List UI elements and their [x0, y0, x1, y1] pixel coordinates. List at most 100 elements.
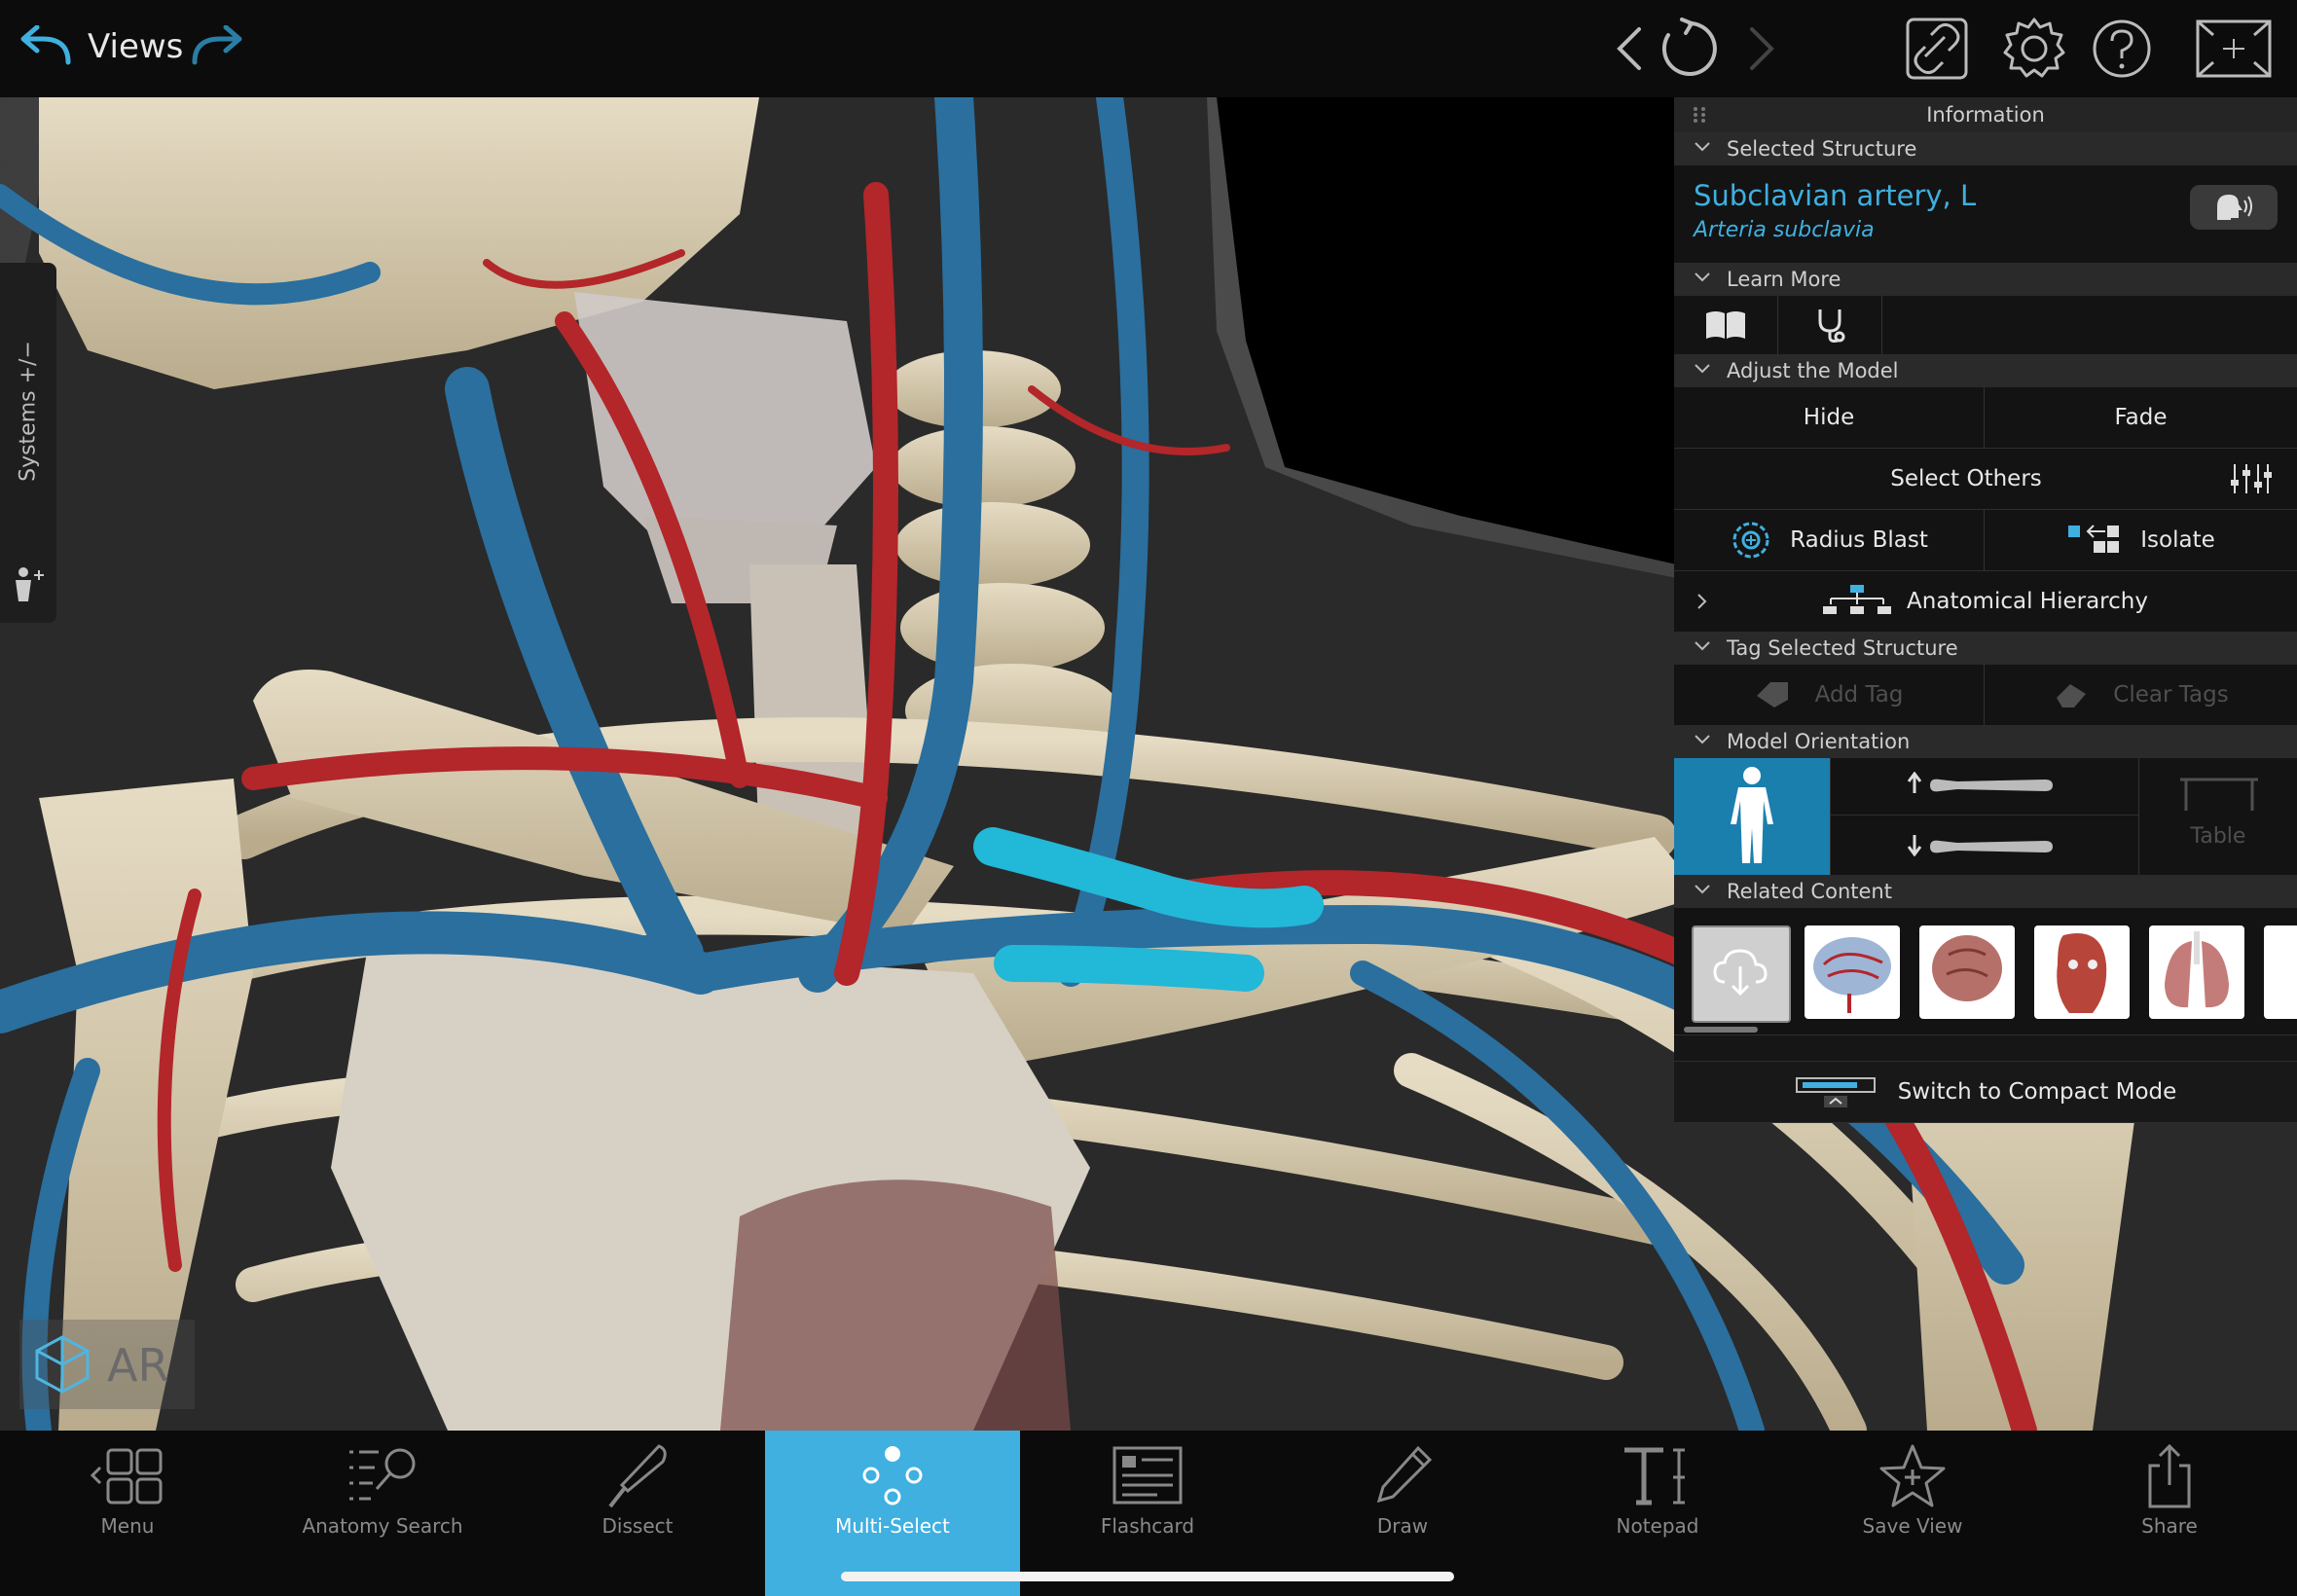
dissect-button[interactable]: Dissect: [510, 1431, 765, 1596]
brain-vessels-image: [1813, 937, 1891, 1013]
supine-orientation-button[interactable]: [1831, 758, 2138, 816]
notepad-button[interactable]: Notepad: [1530, 1431, 1785, 1596]
clear-tags-button[interactable]: Clear Tags: [1985, 665, 2297, 725]
related-scroll-indicator[interactable]: [1684, 1027, 1758, 1033]
section-related-content[interactable]: Related Content: [1674, 875, 2297, 908]
top-toolbar: Views: [0, 0, 2297, 97]
ar-button[interactable]: AR: [19, 1320, 195, 1409]
multi-select-label: Multi-Select: [835, 1514, 950, 1538]
share-label: Share: [2141, 1514, 2198, 1538]
isolate-icon: [2068, 525, 2120, 553]
section-title: Adjust the Model: [1727, 359, 1899, 382]
menu-label: Menu: [100, 1514, 155, 1538]
speaking-head-icon: [2217, 195, 2252, 220]
menu-button[interactable]: Menu: [0, 1431, 255, 1596]
definition-button[interactable]: [1674, 296, 1777, 354]
multi-select-dots-icon: [862, 1446, 923, 1505]
bottom-toolbar: Menu Anatomy Search Dissect Multi-Select…: [0, 1431, 2297, 1596]
reset-view-icon[interactable]: [1655, 14, 1725, 84]
standing-person-icon: [1731, 767, 1773, 863]
related-brain-thumb[interactable]: [1919, 925, 2015, 1019]
link-icon[interactable]: [1902, 14, 1972, 84]
undo-icon[interactable]: [18, 25, 76, 74]
panel-title: Information: [1926, 103, 2045, 127]
arrow-up-icon: [1907, 772, 1922, 793]
systems-tab-label: Systems +/−: [16, 341, 41, 482]
related-download-thumb[interactable]: [1692, 925, 1791, 1023]
structure-name: Subclavian artery, L: [1694, 179, 1977, 212]
orientation-row: Table: [1674, 758, 2297, 876]
tag-row: Add Tag Clear Tags: [1674, 665, 2297, 726]
anatomical-hierarchy-button[interactable]: Anatomical Hierarchy: [1674, 571, 2297, 632]
dissect-label: Dissect: [602, 1514, 674, 1538]
related-head-muscles-thumb[interactable]: [2034, 925, 2130, 1019]
fullscreen-icon[interactable]: [2194, 14, 2274, 84]
section-selected-structure[interactable]: Selected Structure: [1674, 132, 2297, 165]
settings-gear-icon[interactable]: [1999, 14, 2069, 84]
radius-blast-button[interactable]: Radius Blast: [1674, 510, 1984, 570]
information-panel: Information Selected Structure Subclavia…: [1674, 97, 2297, 1123]
menu-grid-icon: [90, 1448, 163, 1505]
section-learn-more[interactable]: Learn More: [1674, 263, 2297, 296]
pronunciation-button[interactable]: [2190, 185, 2278, 230]
chevron-down-icon: [1695, 885, 1710, 894]
chevron-down-icon: [1695, 735, 1710, 744]
compact-mode-row[interactable]: Switch to Compact Mode: [1674, 1061, 2297, 1123]
star-plus-icon: [1879, 1444, 1946, 1507]
isolate-button[interactable]: Isolate: [1985, 510, 2297, 570]
cloud-download-icon: [1713, 949, 1768, 997]
section-title: Selected Structure: [1727, 137, 1917, 161]
save-view-label: Save View: [1862, 1514, 1963, 1538]
flashcard-label: Flashcard: [1100, 1514, 1195, 1538]
table-orientation-button[interactable]: Table: [2139, 758, 2297, 875]
chevron-down-icon: [1695, 641, 1710, 651]
add-tag-button[interactable]: Add Tag: [1674, 665, 1984, 725]
structure-latin-name: Arteria subclavia: [1694, 218, 1875, 242]
clinical-button[interactable]: [1778, 296, 1881, 354]
sliders-icon[interactable]: [2229, 462, 2272, 495]
select-others-row[interactable]: Select Others: [1674, 449, 2297, 510]
redo-icon[interactable]: [187, 25, 245, 74]
standing-orientation-button[interactable]: [1674, 758, 1830, 875]
compact-mode-icon: [1795, 1077, 1876, 1107]
views-button[interactable]: Views: [88, 27, 183, 66]
section-title: Learn More: [1727, 268, 1841, 291]
share-button[interactable]: Share: [2042, 1431, 2297, 1596]
add-person-icon[interactable]: [10, 564, 49, 603]
related-lungs-thumb[interactable]: [2149, 925, 2244, 1019]
radius-blast-icon: [1732, 522, 1769, 559]
related-content-row: [1674, 908, 2297, 1035]
hide-fade-row: Hide Fade: [1674, 387, 2297, 449]
notepad-label: Notepad: [1616, 1514, 1699, 1538]
hierarchy-icon: [1823, 585, 1892, 614]
open-book-icon: [1706, 311, 1745, 339]
arrow-down-icon: [1907, 835, 1922, 856]
section-title: Model Orientation: [1727, 730, 1911, 753]
systems-side-tab[interactable]: Systems +/−: [0, 263, 56, 623]
next-view-icon[interactable]: [1725, 14, 1795, 84]
related-more-thumb[interactable]: [2264, 925, 2297, 1019]
related-brain-vessels-thumb[interactable]: [1805, 925, 1900, 1019]
flashcard-icon: [1112, 1446, 1183, 1505]
compact-mode-label: Switch to Compact Mode: [1897, 1079, 2177, 1105]
selected-structure-row: Subclavian artery, L Arteria subclavia: [1674, 165, 2297, 264]
help-icon[interactable]: [2087, 14, 2157, 84]
chevron-down-icon: [1695, 364, 1710, 374]
blast-isolate-row: Radius Blast Isolate: [1674, 510, 2297, 571]
select-others-button[interactable]: Select Others: [1674, 449, 2258, 509]
hide-button[interactable]: Hide: [1674, 387, 1984, 448]
fade-button[interactable]: Fade: [1985, 387, 2297, 448]
save-view-button[interactable]: Save View: [1785, 1431, 2040, 1596]
home-indicator[interactable]: [841, 1572, 1454, 1581]
anatomy-search-button[interactable]: Anatomy Search: [255, 1431, 510, 1596]
switch-compact-mode-button[interactable]: Switch to Compact Mode: [1674, 1062, 2297, 1122]
anatomical-hierarchy-row[interactable]: Anatomical Hierarchy: [1674, 571, 2297, 633]
lying-face-down-icon: [1930, 840, 2053, 853]
section-adjust-model[interactable]: Adjust the Model: [1674, 354, 2297, 387]
prone-orientation-button[interactable]: [1831, 816, 2138, 875]
chevron-down-icon: [1695, 272, 1710, 282]
section-tag-structure[interactable]: Tag Selected Structure: [1674, 632, 2297, 665]
section-model-orientation[interactable]: Model Orientation: [1674, 725, 2297, 758]
panel-header[interactable]: Information: [1674, 97, 2297, 132]
table-icon: [2180, 778, 2258, 811]
